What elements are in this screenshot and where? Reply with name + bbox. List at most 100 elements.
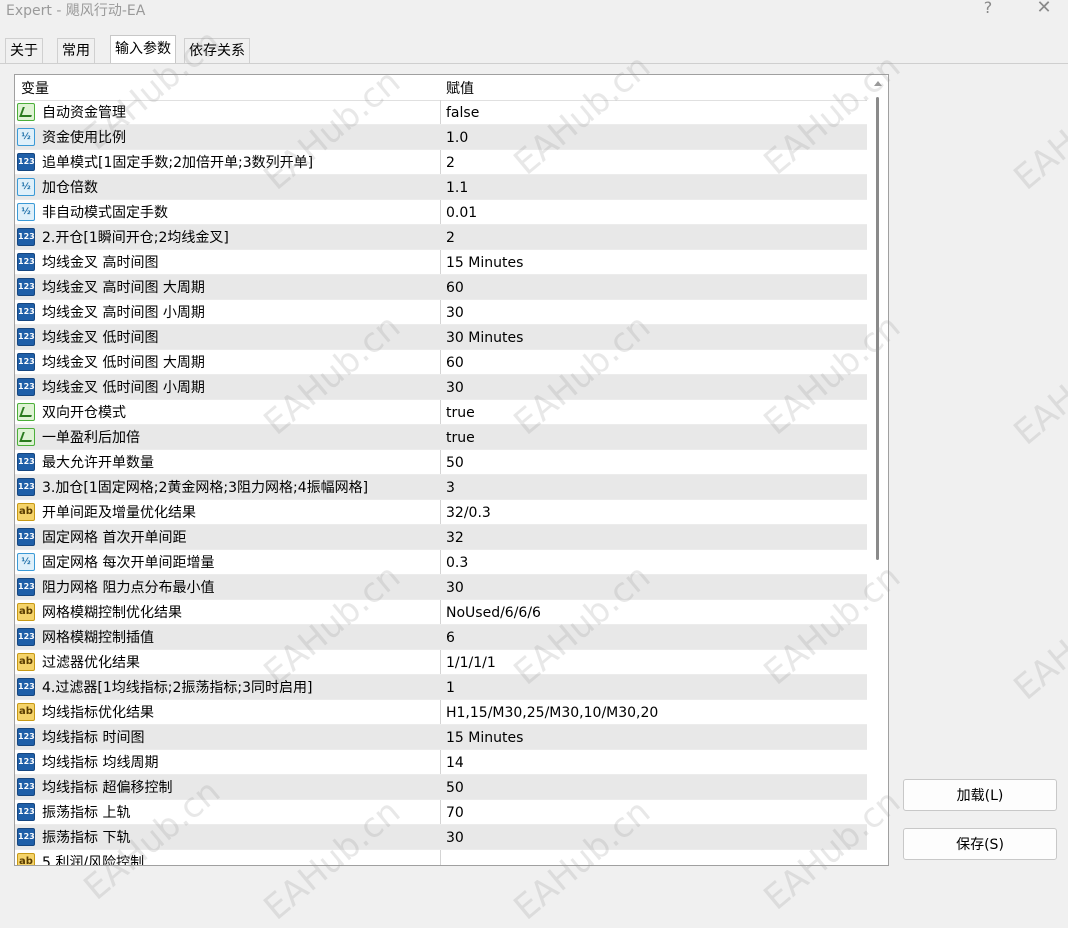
table-row[interactable]: ab 均线指标优化结果 H1,15/M30,25/M30,10/M30,20: [15, 700, 867, 725]
integer-type-icon: 123: [17, 378, 35, 396]
variable-value[interactable]: 32: [446, 525, 464, 549]
variable-name: 最大允许开单数量: [42, 455, 154, 471]
variable-value[interactable]: 15 Minutes: [446, 725, 523, 749]
variable-value[interactable]: 6: [446, 625, 455, 649]
table-row[interactable]: ½ 资金使用比例 1.0: [15, 125, 867, 150]
variable-value[interactable]: 50: [446, 775, 464, 799]
variable-value[interactable]: 0.3: [446, 550, 468, 574]
variable-name: 均线金叉 高时间图 小周期: [42, 305, 205, 321]
variable-value[interactable]: false: [446, 100, 479, 124]
table-row[interactable]: ½ 加仓倍数 1.1: [15, 175, 867, 200]
integer-type-icon: 123: [17, 753, 35, 771]
close-button[interactable]: ✕: [1022, 0, 1066, 24]
tab-about[interactable]: 关于: [5, 38, 43, 63]
integer-type-icon: 123: [17, 303, 35, 321]
variable-value[interactable]: 1: [446, 675, 455, 699]
table-row[interactable]: 123 固定网格 首次开单间距 32: [15, 525, 867, 550]
variable-value[interactable]: 50: [446, 450, 464, 474]
tab-inputs[interactable]: 输入参数: [110, 35, 176, 63]
table-row[interactable]: ab 网格模糊控制优化结果 NoUsed/6/6/6: [15, 600, 867, 625]
variable-name: 均线金叉 高时间图: [42, 255, 159, 271]
table-row[interactable]: 123 均线指标 超偏移控制 50: [15, 775, 867, 800]
table-row[interactable]: 123 4.过滤器[1均线指标;2振荡指标;3同时启用] 1: [15, 675, 867, 700]
table-row[interactable]: ab 过滤器优化结果 1/1/1/1: [15, 650, 867, 675]
table-row[interactable]: ½ 非自动模式固定手数 0.01: [15, 200, 867, 225]
variable-name: 一单盈利后加倍: [42, 430, 140, 446]
table-row[interactable]: 123 最大允许开单数量 50: [15, 450, 867, 475]
string-type-icon: ab: [17, 853, 35, 865]
table-row[interactable]: 123 均线金叉 低时间图 30 Minutes: [15, 325, 867, 350]
table-row[interactable]: ½ 固定网格 每次开单间距增量 0.3: [15, 550, 867, 575]
table-row[interactable]: 123 均线指标 时间图 15 Minutes: [15, 725, 867, 750]
tab-dependencies[interactable]: 依存关系: [184, 38, 250, 63]
variable-value[interactable]: 0.01: [446, 200, 477, 224]
table-row[interactable]: 123 3.加仓[1固定网格;2黄金网格;3阻力网格;4振幅网格] 3: [15, 475, 867, 500]
variable-value[interactable]: 1.0: [446, 125, 468, 149]
variable-value[interactable]: 2: [446, 225, 455, 249]
table-row[interactable]: ab 5.利润/风险控制: [15, 850, 867, 865]
tab-common[interactable]: 常用: [57, 38, 95, 63]
table-row[interactable]: 123 均线金叉 高时间图 大周期 60: [15, 275, 867, 300]
tab-panel-border: [0, 63, 1068, 64]
table-row[interactable]: 123 均线金叉 高时间图 15 Minutes: [15, 250, 867, 275]
variable-value[interactable]: 3: [446, 475, 455, 499]
table-row[interactable]: 123 追单模式[1固定手数;2加倍开单;3数列开单] 2: [15, 150, 867, 175]
table-row[interactable]: 123 均线金叉 低时间图 小周期 30: [15, 375, 867, 400]
double-type-icon: ½: [17, 553, 35, 571]
column-header-value[interactable]: 赋值: [446, 75, 474, 100]
help-button[interactable]: ?: [966, 0, 1010, 24]
table-row[interactable]: 123 2.开仓[1瞬间开仓;2均线金叉] 2: [15, 225, 867, 250]
variable-value[interactable]: 60: [446, 275, 464, 299]
variable-value[interactable]: NoUsed/6/6/6: [446, 600, 541, 624]
variable-value[interactable]: 30: [446, 300, 464, 324]
variable-value[interactable]: H1,15/M30,25/M30,10/M30,20: [446, 700, 658, 724]
variable-name: 均线指标 均线周期: [42, 755, 159, 771]
variable-value[interactable]: 32/0.3: [446, 500, 491, 524]
variable-value[interactable]: true: [446, 425, 475, 449]
variable-value[interactable]: 15 Minutes: [446, 250, 523, 274]
integer-type-icon: 123: [17, 678, 35, 696]
variable-value[interactable]: 14: [446, 750, 464, 774]
variable-value[interactable]: 30: [446, 375, 464, 399]
column-header-variable[interactable]: 变量: [21, 75, 49, 100]
table-row[interactable]: 123 均线金叉 低时间图 大周期 60: [15, 350, 867, 375]
table-row[interactable]: 123 振荡指标 下轨 30: [15, 825, 867, 850]
variable-value[interactable]: 1.1: [446, 175, 468, 199]
integer-type-icon: 123: [17, 328, 35, 346]
variable-value[interactable]: 60: [446, 350, 464, 374]
variable-name: 2.开仓[1瞬间开仓;2均线金叉]: [42, 230, 229, 246]
integer-type-icon: 123: [17, 253, 35, 271]
variable-value[interactable]: 1/1/1/1: [446, 650, 496, 674]
table-row[interactable]: 自动资金管理 false: [15, 100, 867, 125]
variable-value[interactable]: 30 Minutes: [446, 325, 523, 349]
boolean-type-icon: [17, 103, 35, 121]
variable-value[interactable]: 2: [446, 150, 455, 174]
variable-name: 均线金叉 低时间图: [42, 330, 159, 346]
variable-value[interactable]: true: [446, 400, 475, 424]
scroll-up-arrow-icon[interactable]: [874, 81, 882, 86]
variable-value[interactable]: 30: [446, 825, 464, 849]
variable-name: 均线指标优化结果: [42, 705, 154, 721]
inputs-grid[interactable]: 变量 赋值 自动资金管理 false ½ 资金使用比例 1.0 123 追单模式[1固定手数…: [14, 74, 889, 866]
table-row[interactable]: 一单盈利后加倍 true: [15, 425, 867, 450]
load-button[interactable]: 加载(L): [903, 779, 1057, 811]
table-row[interactable]: 123 阻力网格 阻力点分布最小值 30: [15, 575, 867, 600]
table-row[interactable]: 123 均线指标 均线周期 14: [15, 750, 867, 775]
table-row[interactable]: 双向开仓模式 true: [15, 400, 867, 425]
variable-name: 4.过滤器[1均线指标;2振荡指标;3同时启用]: [42, 680, 313, 696]
table-row[interactable]: 123 均线金叉 高时间图 小周期 30: [15, 300, 867, 325]
variable-value[interactable]: 30: [446, 575, 464, 599]
watermark-text: EAHub.cn: [1006, 316, 1068, 454]
variable-name: 双向开仓模式: [42, 405, 126, 421]
variable-name: 自动资金管理: [42, 105, 126, 121]
scrollbar-thumb[interactable]: [876, 97, 879, 560]
save-button[interactable]: 保存(S): [903, 828, 1057, 860]
variable-name: 开单间距及增量优化结果: [42, 505, 196, 521]
variable-value[interactable]: 70: [446, 800, 464, 824]
string-type-icon: ab: [17, 653, 35, 671]
table-row[interactable]: 123 振荡指标 上轨 70: [15, 800, 867, 825]
boolean-type-icon: [17, 428, 35, 446]
vertical-scrollbar[interactable]: [868, 75, 888, 865]
table-row[interactable]: 123 网格模糊控制插值 6: [15, 625, 867, 650]
table-row[interactable]: ab 开单间距及增量优化结果 32/0.3: [15, 500, 867, 525]
